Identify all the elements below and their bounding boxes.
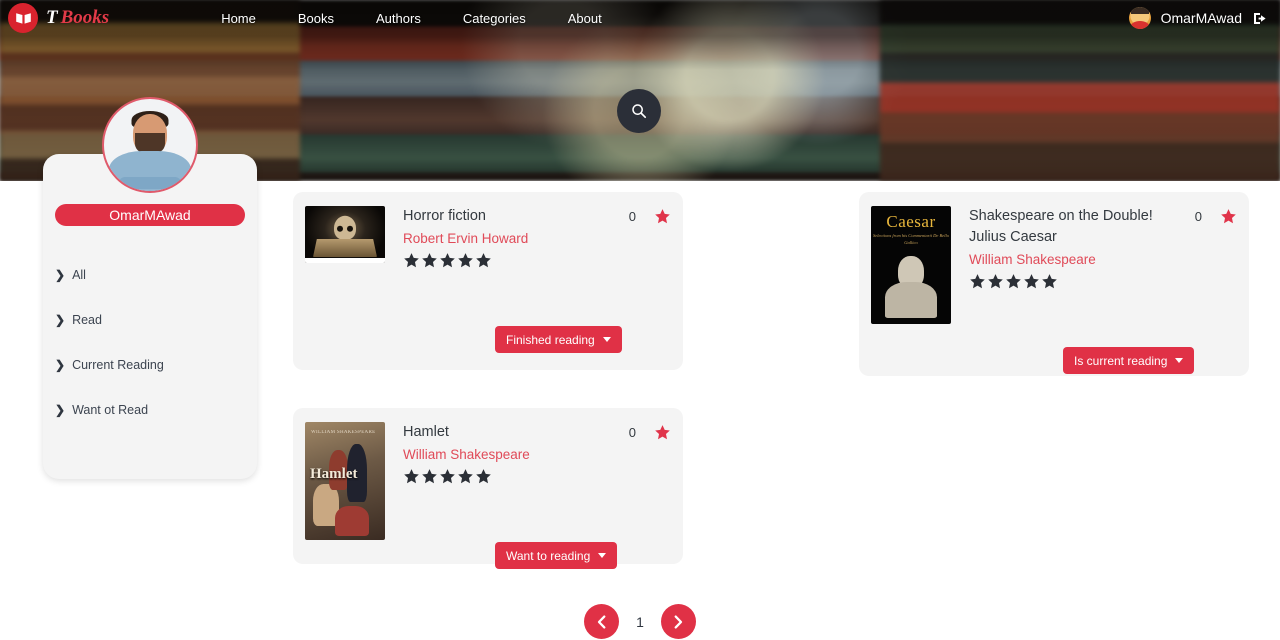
star-filled-icon[interactable]: [654, 208, 671, 225]
skull-shape: [334, 215, 356, 240]
sidebar-item-want-to-read[interactable]: ❯ Want ot Read: [43, 387, 257, 432]
favorite-area: 0: [629, 206, 671, 225]
nav-item-books[interactable]: Books: [298, 11, 334, 26]
chevron-left-circle-icon[interactable]: [584, 604, 620, 639]
cover-subtitle: Selections from his Commentarii De Bello…: [873, 233, 949, 245]
chevron-down-icon: [1175, 358, 1184, 363]
search-button[interactable]: [617, 89, 661, 133]
sidebar-item-current-reading[interactable]: ❯ Current Reading: [43, 342, 257, 387]
brand-text-secondary: Books: [60, 7, 110, 28]
book-rating-stars[interactable]: [403, 468, 671, 485]
sidebar-item-read[interactable]: ❯ Read: [43, 297, 257, 342]
search-icon: [632, 104, 647, 119]
book-card-body: Horror fiction 0 Robert Ervin Howard Fin…: [385, 206, 671, 356]
nav-item-about[interactable]: About: [568, 11, 602, 26]
user-avatar-icon: [1128, 7, 1151, 29]
book-title: Hamlet: [403, 424, 449, 440]
sidebar-item-all[interactable]: ❯ All: [43, 252, 257, 297]
cover-caption-bar: [305, 258, 385, 263]
favorite-area: 0: [1195, 206, 1237, 225]
book-card-header: Horror fiction 0: [403, 206, 671, 227]
nav-item-authors[interactable]: Authors: [376, 11, 421, 26]
book-card-body: Shakespeare on the Double! Julius Caesar…: [951, 206, 1237, 374]
star-filled-icon[interactable]: [1220, 208, 1237, 225]
book-card-body: Hamlet 0 William Shakespeare Want to rea…: [385, 422, 671, 569]
sidebar-item-label: Current Reading: [72, 357, 164, 372]
favorite-count: 0: [1194, 209, 1202, 224]
chevron-right-icon: ❯: [55, 357, 66, 372]
nav-links: Home Books Authors Categories About: [221, 11, 602, 26]
sidebar-list: ❯ All ❯ Read ❯ Current Reading ❯ Want ot…: [43, 252, 257, 432]
reading-status-dropdown[interactable]: Finished reading: [495, 326, 622, 353]
reading-status-label: Finished reading: [506, 332, 595, 347]
cover-bust-body: [885, 282, 937, 318]
navbar: T Books Home Books Authors Categories Abo…: [0, 0, 1280, 36]
navbar-user-area: OmarMAwad: [1128, 7, 1268, 29]
book-cover-thumbnail[interactable]: WILLIAM SHAKESPEARE Hamlet: [305, 422, 385, 540]
book-cover-thumbnail[interactable]: Caesar Selections from his Commentarii D…: [871, 206, 951, 324]
brand-text: T Books: [46, 7, 109, 29]
cover-figure: [335, 506, 369, 536]
chevron-right-circle-icon[interactable]: [660, 604, 696, 639]
book-title: Horror fiction: [403, 208, 486, 224]
book-card[interactable]: Horror fiction 0 Robert Ervin Howard Fin…: [293, 192, 683, 370]
book-card-header: Hamlet 0: [403, 422, 671, 443]
chevron-right-icon: ❯: [55, 312, 66, 327]
book-author[interactable]: William Shakespeare: [403, 447, 671, 462]
sidebar-item-label: All: [72, 267, 86, 282]
book-author[interactable]: Robert Ervin Howard: [403, 231, 671, 246]
favorite-count: 0: [628, 425, 636, 440]
profile-sidebar: OmarMAwad ❯ All ❯ Read ❯ Current Reading…: [43, 154, 257, 479]
book-rating-stars[interactable]: [403, 252, 671, 269]
book-card[interactable]: WILLIAM SHAKESPEARE Hamlet Hamlet 0 Will…: [293, 408, 683, 569]
chevron-right-icon: ❯: [55, 402, 66, 417]
book-title: Shakespeare on the Double! Julius Caesar: [969, 208, 1153, 245]
book-card-header: Shakespeare on the Double! Julius Caesar…: [969, 206, 1237, 248]
cover-author-line: WILLIAM SHAKESPEARE: [311, 430, 376, 435]
nav-item-home[interactable]: Home: [221, 11, 256, 26]
book-card[interactable]: Caesar Selections from his Commentarii D…: [859, 192, 1249, 376]
current-page-number[interactable]: 1: [636, 614, 644, 630]
cover-title: Caesar: [886, 212, 936, 231]
book-rating-stars[interactable]: [969, 273, 1237, 290]
reading-status-dropdown[interactable]: Is current reading: [1063, 347, 1195, 374]
reading-status-label: Is current reading: [1074, 353, 1168, 368]
chevron-down-icon: [602, 337, 611, 342]
brand-text-primary: T: [46, 7, 58, 28]
cover-title: Hamlet: [310, 466, 358, 482]
open-book-icon: [8, 3, 38, 33]
chevron-down-icon: [598, 553, 607, 558]
logout-icon[interactable]: [1252, 11, 1268, 26]
brand-logo-link[interactable]: T Books: [8, 3, 109, 33]
sidebar-item-label: Want ot Read: [72, 402, 149, 417]
book-cover-thumbnail[interactable]: [305, 206, 385, 263]
pagination: 1: [0, 604, 1280, 639]
sidebar-username-badge[interactable]: OmarMAwad: [55, 204, 245, 226]
avatar-arms: [119, 177, 181, 189]
nav-item-categories[interactable]: Categories: [463, 11, 526, 26]
reading-status-label: Want to reading: [506, 548, 591, 563]
chevron-right-icon: ❯: [55, 267, 66, 282]
book-author[interactable]: William Shakespeare: [969, 252, 1237, 267]
favorite-area: 0: [629, 422, 671, 441]
star-filled-icon[interactable]: [654, 424, 671, 441]
navbar-username[interactable]: OmarMAwad: [1161, 10, 1242, 26]
sidebar-item-label: Read: [72, 312, 102, 327]
open-book-shape: [313, 239, 377, 257]
reading-status-dropdown[interactable]: Want to reading: [495, 542, 618, 569]
favorite-count: 0: [628, 209, 636, 224]
profile-photo[interactable]: [102, 97, 198, 193]
